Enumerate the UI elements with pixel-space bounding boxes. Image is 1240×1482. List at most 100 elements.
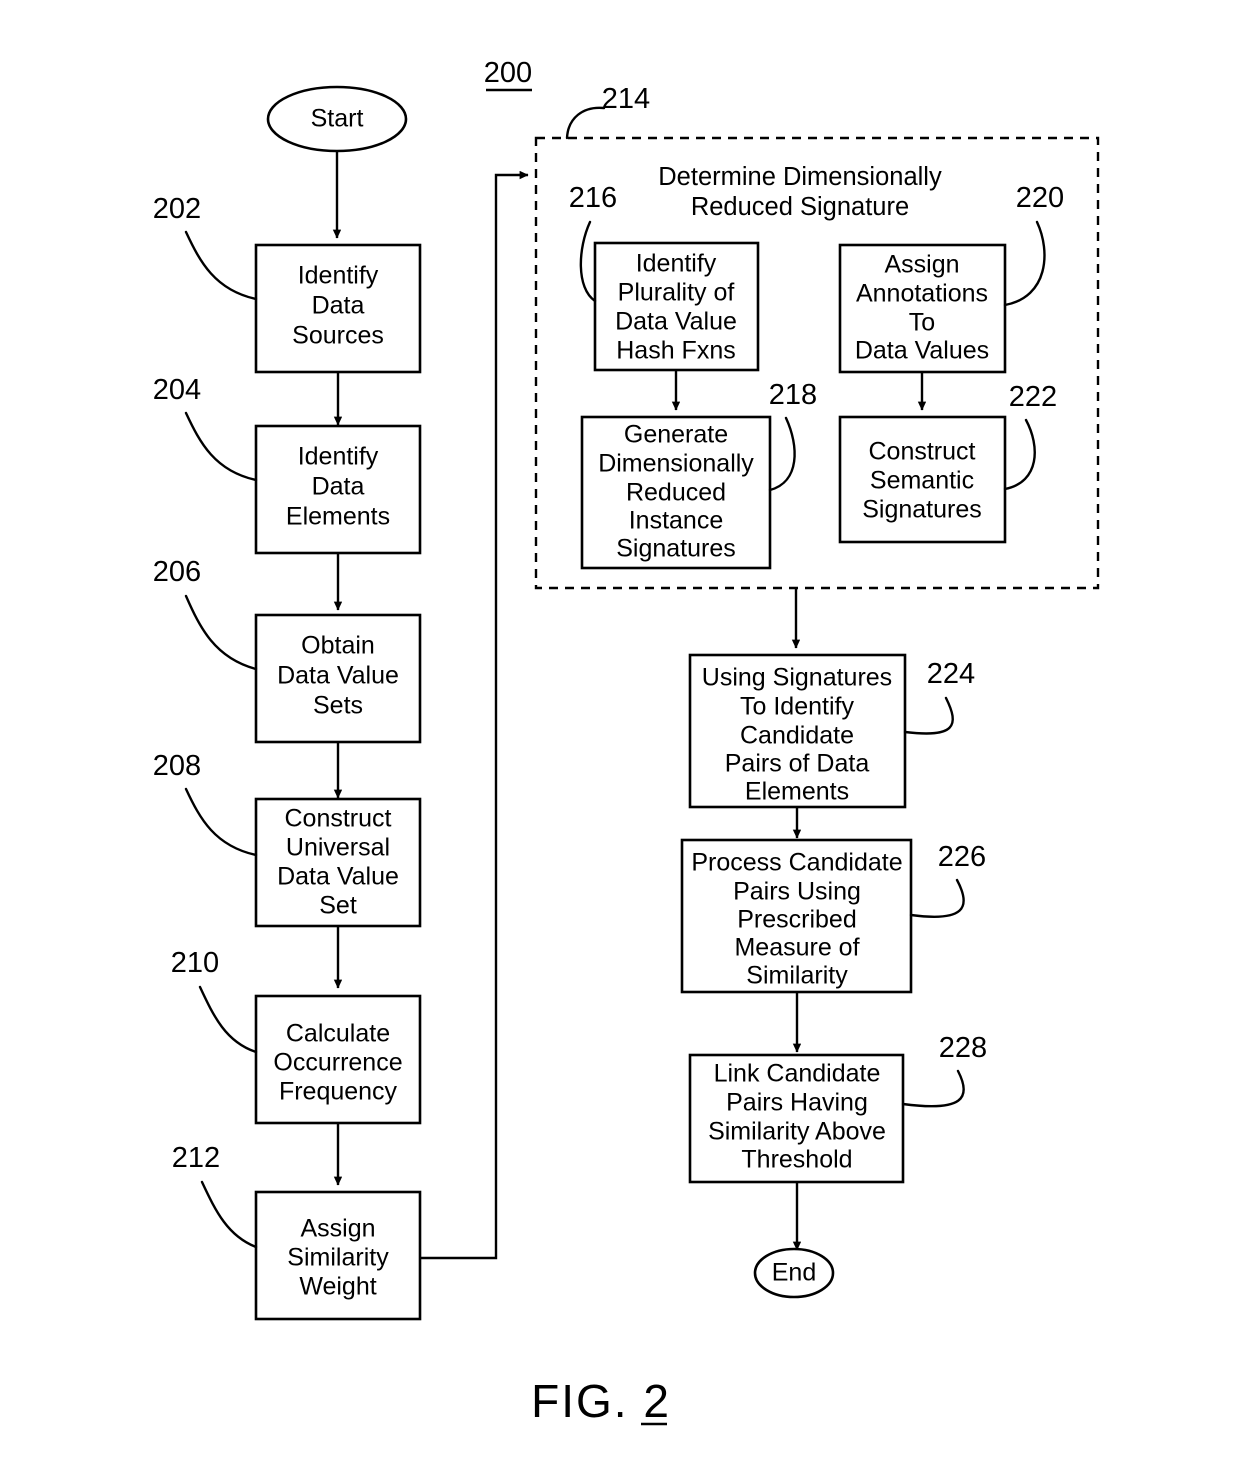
ref-label-222: 222 [1009, 381, 1057, 413]
node-226-process-candidate-pairs-using-prescribed-measure: Process Candidate Pairs Using Prescribed… [680, 838, 913, 994]
node-218-line-2: Reduced [626, 479, 726, 507]
node-208-line-1: Universal [286, 834, 390, 862]
node-226-line-3: Measure of [734, 934, 859, 962]
node-226-line-0: Process Candidate [691, 849, 902, 877]
connector-212-to-group-214 [420, 170, 529, 1260]
node-212-line-2: Weight [299, 1273, 376, 1301]
ref-leader-220: 220 [1003, 182, 1064, 307]
node-206-line-2: Sets [313, 692, 363, 720]
ref-leader-208: 208 [153, 750, 258, 857]
diagram-ref-200: 200 [484, 57, 532, 92]
node-212-line-0: Assign [300, 1215, 375, 1243]
ref-label-224: 224 [927, 658, 975, 690]
flowchart-canvas: 200 Start Identify Data Sources 202 Iden… [153, 57, 1100, 1427]
end-terminator: End [753, 1247, 835, 1299]
node-208-line-0: Construct [285, 805, 392, 833]
node-204-identify-data-elements: Identify Data Elements [254, 424, 422, 555]
ref-label-212: 212 [172, 1142, 220, 1174]
end-label: End [772, 1259, 816, 1287]
start-terminator: Start [266, 85, 408, 153]
node-224-line-3: Pairs of Data [725, 750, 870, 778]
node-222-line-2: Signatures [862, 496, 982, 524]
ref-label-210: 210 [171, 947, 219, 979]
node-224-line-2: Candidate [740, 722, 854, 750]
node-218-generate-dimensionally-reduced-instance-signatures: Generate Dimensionally Reduced Instance … [580, 415, 772, 570]
ref-leader-210: 210 [171, 947, 258, 1054]
ref-label-208: 208 [153, 750, 201, 782]
node-218-line-3: Instance [629, 507, 724, 535]
node-222-line-1: Semantic [870, 467, 974, 495]
node-202-line-1: Data [312, 292, 365, 320]
ref-label-218: 218 [769, 379, 817, 411]
node-220-assign-annotations-to-data-values: Assign Annotations To Data Values [838, 243, 1007, 374]
node-208-line-2: Data Value [277, 863, 399, 891]
ref-label-226: 226 [938, 841, 986, 873]
node-228-line-2: Similarity Above [708, 1118, 886, 1146]
ref-leader-226: 226 [909, 841, 986, 918]
ref-label-220: 220 [1016, 182, 1064, 214]
node-226-line-2: Prescribed [737, 906, 857, 934]
ref-label-202: 202 [153, 193, 201, 225]
node-224-line-1: To Identify [740, 693, 854, 721]
node-218-line-1: Dimensionally [598, 450, 754, 478]
ref-leader-202: 202 [153, 193, 258, 301]
node-222-line-0: Construct [869, 438, 976, 466]
node-216-line-2: Data Value [615, 308, 737, 336]
node-220-line-1: Annotations [856, 280, 988, 308]
node-208-construct-universal-data-value-set: Construct Universal Data Value Set [254, 797, 422, 928]
ref-leader-224: 224 [903, 658, 975, 735]
node-204-line-2: Elements [286, 503, 390, 531]
ref-label-228: 228 [939, 1032, 987, 1064]
node-210-line-0: Calculate [286, 1020, 390, 1048]
node-224-line-0: Using Signatures [702, 664, 892, 692]
ref-leader-214: 214 [565, 83, 650, 140]
node-210-line-2: Frequency [279, 1078, 398, 1106]
ref-leader-222: 222 [1003, 381, 1057, 491]
node-216-identify-plurality-of-data-value-hash-fxns: Identify Plurality of Data Value Hash Fx… [593, 241, 760, 372]
patent-figure: 200 Start Identify Data Sources 202 Iden… [0, 0, 1240, 1482]
node-202-line-0: Identify [298, 262, 379, 290]
node-222-construct-semantic-signatures: Construct Semantic Signatures [838, 415, 1007, 544]
node-206-line-1: Data Value [277, 662, 399, 690]
node-210-line-1: Occurrence [273, 1049, 402, 1077]
node-226-line-4: Similarity [746, 962, 848, 990]
node-212-assign-similarity-weight: Assign Similarity Weight [254, 1190, 422, 1321]
node-218-line-4: Signatures [616, 535, 736, 563]
node-228-link-candidate-pairs-having-similarity-above-threshold: Link Candidate Pairs Having Similarity A… [688, 1053, 905, 1184]
node-228-line-3: Threshold [741, 1146, 852, 1174]
ref-label-204: 204 [153, 374, 201, 406]
ref-leader-218: 218 [768, 379, 817, 492]
ref-leader-204: 204 [153, 374, 258, 482]
node-204-line-1: Data [312, 473, 365, 501]
node-216-line-0: Identify [636, 250, 717, 278]
node-208-line-3: Set [319, 892, 357, 920]
figure-caption: FIG. 2 [531, 1375, 671, 1427]
node-220-line-3: Data Values [855, 337, 989, 365]
group-214-title-line-0: Determine Dimensionally [658, 163, 942, 191]
node-216-line-1: Plurality of [618, 279, 735, 307]
ref-leader-206: 206 [153, 556, 258, 671]
ref-label-216: 216 [569, 182, 617, 214]
start-label: Start [311, 105, 364, 133]
node-202-line-2: Sources [292, 322, 384, 350]
node-204-line-0: Identify [298, 443, 379, 471]
node-228-line-0: Link Candidate [714, 1060, 881, 1088]
node-216-line-3: Hash Fxns [616, 337, 735, 365]
node-220-line-2: To [909, 309, 935, 337]
group-214-title-line-1: Reduced Signature [691, 193, 909, 221]
ref-leader-228: 228 [901, 1032, 987, 1108]
node-212-line-1: Similarity [287, 1244, 389, 1272]
node-224-using-signatures-to-identify-candidate-pairs: Using Signatures To Identify Candidate P… [688, 653, 907, 809]
ref-label-200: 200 [484, 57, 532, 89]
node-202-identify-data-sources: Identify Data Sources [254, 243, 422, 374]
node-224-line-4: Elements [745, 778, 849, 806]
node-206-obtain-data-value-sets: Obtain Data Value Sets [254, 613, 422, 744]
node-210-calculate-occurrence-frequency: Calculate Occurrence Frequency [254, 994, 422, 1125]
node-218-line-0: Generate [624, 421, 728, 449]
ref-label-206: 206 [153, 556, 201, 588]
ref-label-214: 214 [602, 83, 650, 115]
node-220-line-0: Assign [884, 251, 959, 279]
node-226-line-1: Pairs Using [733, 878, 861, 906]
ref-leader-212: 212 [172, 1142, 258, 1249]
node-206-line-0: Obtain [301, 632, 375, 660]
